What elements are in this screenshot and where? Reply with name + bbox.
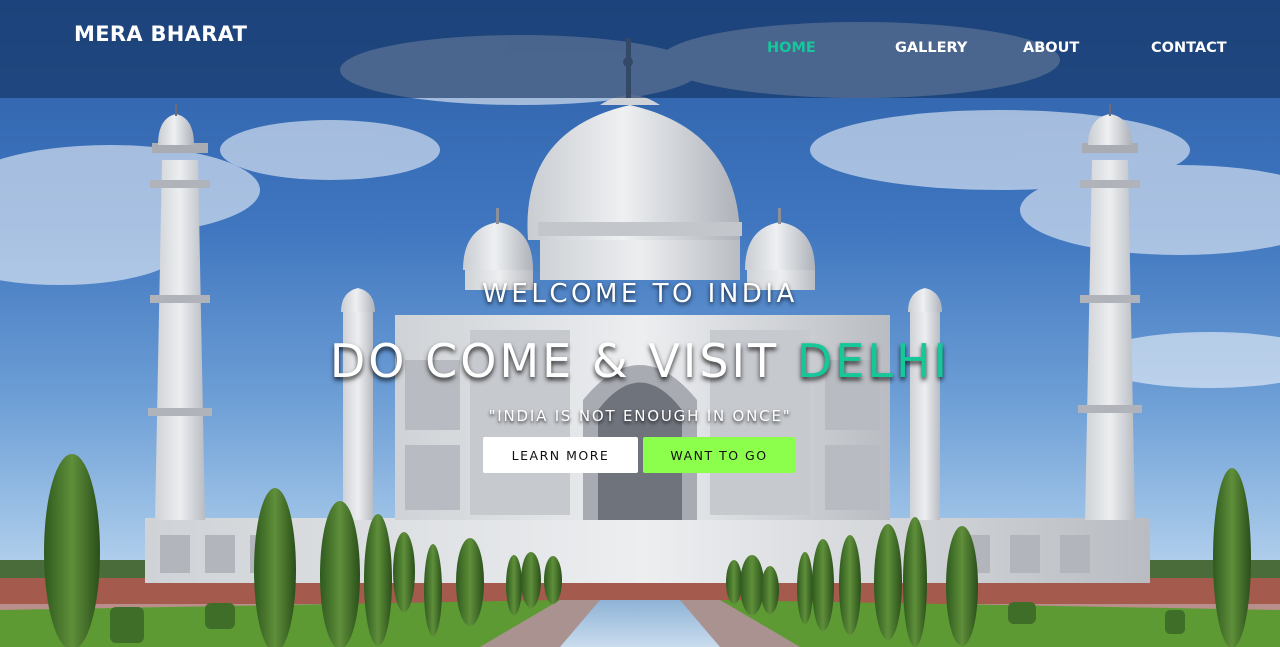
nav-link-home[interactable]: HOME (767, 40, 816, 56)
hero-welcome-text: WELCOME TO INDIA (482, 279, 798, 309)
hero-headline-prefix: DO COME & VISIT (329, 334, 797, 388)
hero-quote: "INDIA IS NOT ENOUGH IN ONCE" (488, 407, 792, 425)
hero-headline-city: DELHI (796, 334, 951, 388)
want-to-go-button[interactable]: WANT TO GO (643, 437, 795, 473)
nav-link-gallery[interactable]: GALLERY (895, 40, 967, 56)
brand-logo-text[interactable]: MERA BHARAT (74, 22, 247, 46)
nav-link-contact[interactable]: CONTACT (1151, 40, 1227, 56)
hero-headline: DO COME & VISIT DELHI (0, 334, 1280, 388)
learn-more-button[interactable]: LEARN MORE (483, 437, 638, 473)
nav-link-about[interactable]: ABOUT (1023, 40, 1079, 56)
hero-section: MERA BHARAT HOME GALLERY ABOUT CONTACT W… (0, 0, 1280, 647)
navbar: MERA BHARAT HOME GALLERY ABOUT CONTACT (0, 0, 1280, 98)
